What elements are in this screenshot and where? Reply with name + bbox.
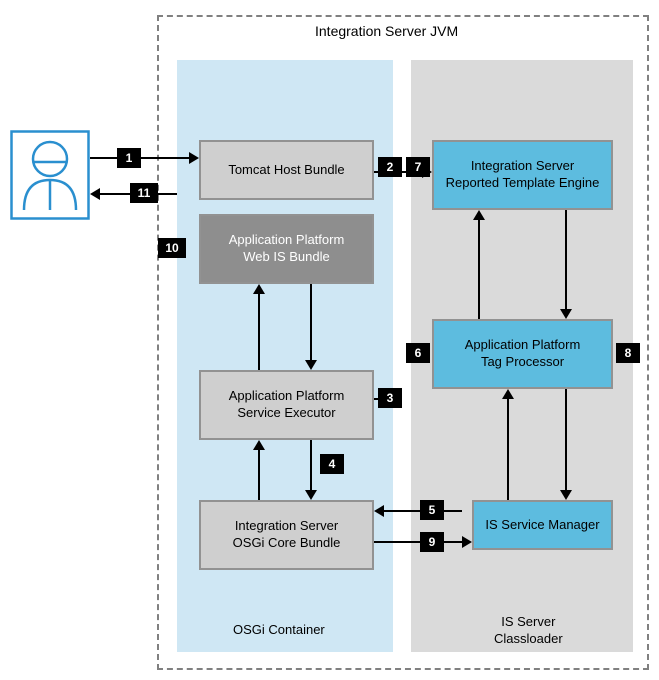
step-11-badge: 11 [130,183,158,203]
step-2-badge: 2 [378,157,402,177]
step-9-badge: 9 [420,532,444,552]
node-template-engine: Integration Server Reported Template Eng… [432,140,613,210]
step-10-badge: 10 [158,238,186,258]
is-classloader-title: IS Server Classloader [494,614,563,648]
step-5-badge: 5 [420,500,444,520]
node-web-is-bundle: Application Platform Web IS Bundle [199,214,374,284]
user-icon [10,130,90,220]
node-service-executor: Application Platform Service Executor [199,370,374,440]
node-tomcat: Tomcat Host Bundle [199,140,374,200]
step-8-badge: 8 [616,343,640,363]
step-3-badge: 3 [378,388,402,408]
step-7-badge: 7 [406,157,430,177]
step-4-badge: 4 [320,454,344,474]
diagram-canvas: Integration Server JVM OSGi Container IS… [0,0,659,680]
osgi-title: OSGi Container [233,622,325,637]
step-1-badge: 1 [117,148,141,168]
node-is-service-manager: IS Service Manager [472,500,613,550]
node-tag-processor: Application Platform Tag Processor [432,319,613,389]
node-osgi-core-bundle: Integration Server OSGi Core Bundle [199,500,374,570]
jvm-title: Integration Server JVM [315,23,458,39]
step-6-badge: 6 [406,343,430,363]
